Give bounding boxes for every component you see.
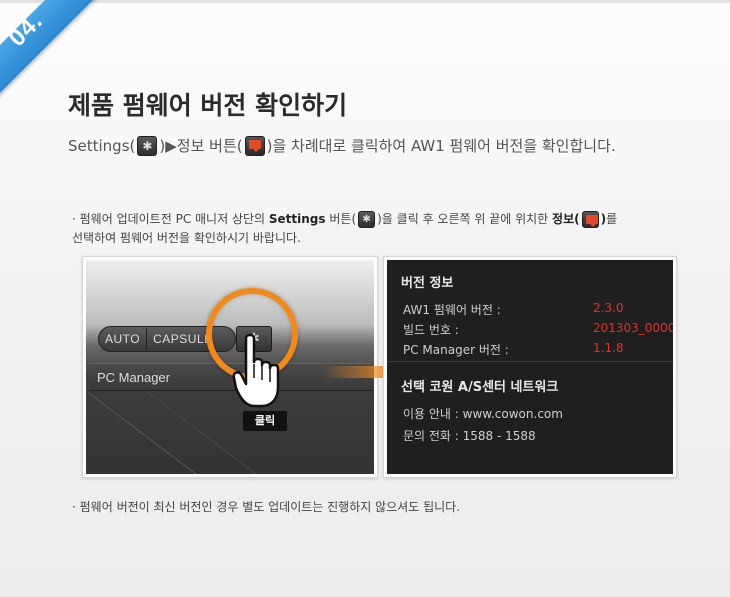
note-text-c: 버튼( <box>325 212 357 226</box>
gear-icon: ✱ <box>358 211 376 228</box>
info-icon <box>244 135 265 156</box>
version-info-screenshot: 버전 정보 AW1 펌웨어 버전 : 2.3.0 빌드 번호 : 201303_… <box>383 256 677 478</box>
version-info-title: 버전 정보 <box>401 276 454 291</box>
pc-manager-version-value: 1.1.8 <box>593 341 624 355</box>
pc-manager-version-label: PC Manager 버전 : <box>403 343 509 357</box>
build-number-value: 201303_00000 <box>593 321 673 335</box>
window-background-lines <box>86 391 257 474</box>
subtitle-part2: )▶정보 버튼( <box>159 137 243 155</box>
note-text-info: 정보( <box>552 212 580 226</box>
version-info-window: 버전 정보 AW1 펌웨어 버전 : 2.3.0 빌드 번호 : 201303_… <box>387 260 673 474</box>
firmware-version-label: AW1 펌웨어 버전 : <box>403 303 501 317</box>
gear-icon: ✱ <box>137 135 158 156</box>
phone-info: 문의 전화 : 1588 - 1588 <box>403 429 536 443</box>
note-text-d: )을 클릭 후 오른쪽 위 끝에 위치한 <box>377 212 553 226</box>
build-number-label: 빌드 번호 : <box>403 323 459 337</box>
section-divider <box>387 361 673 362</box>
page-title: 제품 펌웨어 버전 확인하기 <box>68 91 348 120</box>
footer-note: · 펌웨어 버전이 최신 버전인 경우 별도 업데이트는 진행하지 않으셔도 됩… <box>72 500 461 514</box>
note-text-a: · 펌웨어 업데이트전 PC 매니저 상단의 <box>72 212 269 226</box>
click-label: 클릭 <box>243 411 287 431</box>
instruction-subtitle: Settings( ✱ )▶정보 버튼( )을 차례대로 클릭하여 AW1 펌웨… <box>68 135 616 156</box>
subtitle-part1: Settings( <box>68 136 136 155</box>
info-icon <box>581 211 599 228</box>
instruction-note: · 펌웨어 업데이트전 PC 매니저 상단의 Settings 버튼(✱)을 클… <box>72 210 672 248</box>
auto-mode-button[interactable]: AUTO <box>99 332 146 346</box>
hand-pointer-icon <box>232 333 280 408</box>
note-text-line2: 선택하여 펌웨어 버전을 확인하시기 바랍니다. <box>72 231 301 245</box>
firmware-version-value: 2.3.0 <box>593 301 624 315</box>
service-center-title: 선택 코원 A/S센터 네트워크 <box>401 380 559 395</box>
note-text-g: 를 <box>606 212 618 226</box>
note-text-settings: Settings <box>268 212 326 226</box>
website-info: 이용 안내 : www.cowon.com <box>403 407 563 421</box>
subtitle-part3: )을 차례대로 클릭하여 AW1 펌웨어 버전을 확인합니다. <box>266 137 616 155</box>
